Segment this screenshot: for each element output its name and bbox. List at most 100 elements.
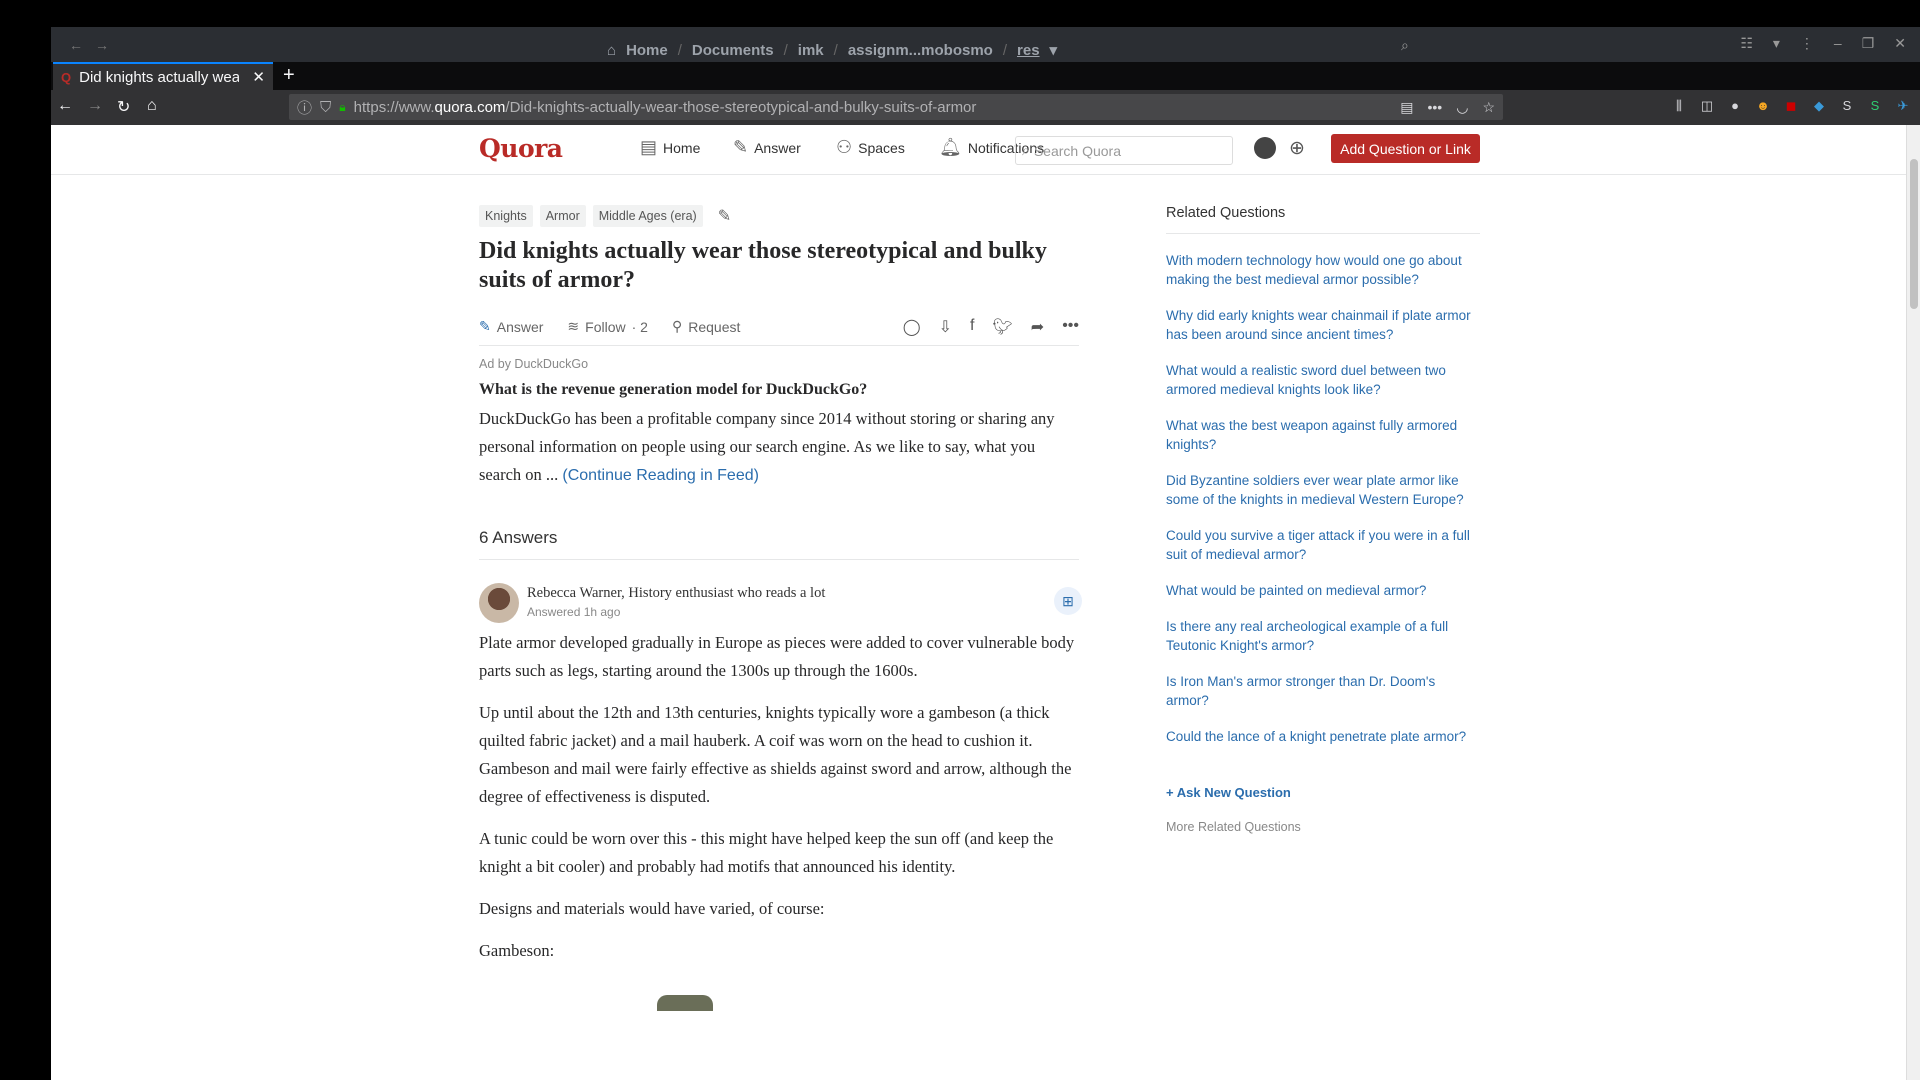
add-question-button[interactable]: Add Question or Link: [1331, 134, 1480, 163]
facebook-icon[interactable]: f: [970, 317, 974, 337]
back-arrow-icon[interactable]: ←: [69, 37, 83, 53]
related-question-link[interactable]: What would a realistic sword duel betwee…: [1166, 361, 1480, 399]
tab-bar: Q Did knights actually wear those stereo…: [51, 62, 1920, 90]
quora-logo[interactable]: Quora: [479, 134, 563, 163]
page-scrollbar[interactable]: [1906, 125, 1920, 1080]
related-question-link[interactable]: Why did early knights wear chainmail if …: [1166, 306, 1480, 344]
nav-answer[interactable]: ✎ Answer: [733, 137, 801, 158]
answer-button[interactable]: ✎ Answer: [479, 318, 543, 335]
related-question-link[interactable]: What was the best weapon against fully a…: [1166, 416, 1480, 454]
answer-paragraph: Designs and materials would have varied,…: [479, 899, 825, 918]
topic-tag[interactable]: Knights: [479, 205, 533, 227]
related-question-link[interactable]: Could you survive a tiger attack if you …: [1166, 526, 1480, 564]
chevron-down-icon[interactable]: ▾: [1050, 41, 1058, 59]
extension-plane-icon[interactable]: ✈: [1895, 98, 1911, 114]
more-related-link[interactable]: More Related Questions: [1166, 820, 1301, 834]
home-icon[interactable]: ⌂: [147, 97, 157, 115]
bookmark-icon[interactable]: ⊞: [1054, 587, 1082, 615]
web-page: Quora ▤ Home ✎ Answer ⚇ Spaces 🔔︎ Notificati…: [51, 125, 1920, 1080]
ask-new-question-link[interactable]: + Ask New Question: [1166, 785, 1291, 800]
related-title: Related Questions: [1166, 205, 1480, 234]
plus-icon: +: [1166, 785, 1177, 800]
lock-icon[interactable]: 🔒︎: [339, 100, 345, 115]
close-icon[interactable]: ✕: [1894, 35, 1906, 52]
answer-count: 6 Answers: [479, 528, 1079, 560]
quora-header: Quora ▤ Home ✎ Answer ⚇ Spaces 🔔︎ Notificati…: [51, 125, 1906, 175]
answer-timestamp[interactable]: Answered 1h ago: [527, 605, 825, 619]
avatar[interactable]: [479, 583, 519, 623]
related-question-link[interactable]: Is there any real archeological example …: [1166, 617, 1480, 655]
nav-home[interactable]: ▤ Home: [640, 137, 700, 158]
page-actions-icon[interactable]: •••: [1428, 99, 1443, 116]
answer-author: Rebecca Warner, History enthusiast who r…: [479, 583, 1079, 623]
question-actions: ✎ Answer ≋ Follow · 2 ⚲ Request ◯ ⇩ f 🐦︎ ➦ •…: [479, 308, 1079, 346]
crumb-assignment[interactable]: assignm...mobosmo: [848, 42, 993, 59]
search-input[interactable]: ⌕ Search Quora: [1015, 136, 1233, 165]
forward-arrow-icon[interactable]: →: [95, 37, 109, 53]
reader-view-icon[interactable]: ▤: [1400, 99, 1413, 116]
forward-icon[interactable]: →: [87, 97, 103, 115]
follow-button[interactable]: ≋ Follow · 2: [567, 318, 648, 335]
edit-topics-icon[interactable]: ✎: [718, 206, 731, 226]
chevron-down-icon[interactable]: ▾: [1773, 35, 1780, 52]
globe-icon[interactable]: ⊕: [1289, 137, 1305, 160]
extension-ghost-icon[interactable]: ●: [1727, 98, 1743, 114]
shield-icon[interactable]: ⛉: [320, 99, 331, 116]
extension-s-icon[interactable]: S: [1839, 98, 1855, 114]
bookmark-star-icon[interactable]: ☆: [1482, 99, 1495, 116]
minimize-icon[interactable]: –: [1834, 35, 1842, 52]
search-icon[interactable]: ⌕: [1401, 37, 1409, 54]
crumb-home[interactable]: Home: [626, 42, 668, 59]
ad-question[interactable]: What is the revenue generation model for…: [479, 381, 1079, 399]
related-question-link[interactable]: Did Byzantine soldiers ever wear plate a…: [1166, 471, 1480, 509]
answer-paragraph: Gambeson:: [479, 941, 555, 960]
back-icon[interactable]: ←: [57, 97, 73, 115]
sidebar-icon[interactable]: ◫: [1699, 98, 1715, 114]
downvote-icon[interactable]: ⇩: [939, 317, 952, 337]
avatar[interactable]: [1254, 137, 1276, 159]
url-text[interactable]: https://www.quora.com/Did-knights-actual…: [354, 99, 977, 116]
related-question-link[interactable]: Could the lance of a knight penetrate pl…: [1166, 727, 1480, 746]
library-icon[interactable]: ⫼: [1671, 98, 1687, 114]
pencil-square-icon: ✎: [479, 318, 491, 334]
request-button[interactable]: ⚲ Request: [672, 318, 740, 335]
related-question-link[interactable]: Is Iron Man's armor stronger than Dr. Do…: [1166, 672, 1480, 710]
ublock-icon[interactable]: ◼: [1783, 98, 1799, 114]
menu-dots-icon[interactable]: ⋮: [1800, 35, 1814, 52]
author-name[interactable]: Rebecca Warner, History enthusiast who r…: [527, 585, 825, 602]
ad-source[interactable]: Ad by DuckDuckGo: [479, 357, 1079, 371]
topic-tag[interactable]: Middle Ages (era): [592, 205, 703, 227]
info-icon[interactable]: ⓘ: [297, 97, 312, 118]
browser-toolbar: ← → ↻ ⌂ ⓘ ⛉ 🔒︎ https://www.quora.com/Did…: [51, 90, 1920, 125]
answer-item: Rebecca Warner, History enthusiast who r…: [479, 583, 1082, 1011]
crumb-documents[interactable]: Documents: [692, 42, 774, 59]
crumb-res[interactable]: res: [1017, 42, 1040, 59]
extension-blue-icon[interactable]: ◆: [1811, 98, 1827, 114]
share-icon[interactable]: ➦: [1031, 317, 1044, 337]
view-list-icon[interactable]: ☷: [1740, 35, 1753, 52]
answer-paragraph: A tunic could be worn over this - this m…: [479, 829, 1054, 876]
browser-tab[interactable]: Q Did knights actually wear those stereo…: [53, 62, 273, 90]
ad-block: Ad by DuckDuckGo What is the revenue gen…: [479, 357, 1079, 490]
reload-icon[interactable]: ↻: [117, 97, 130, 117]
continue-reading-link[interactable]: (Continue Reading in Feed): [562, 467, 759, 484]
crumb-imk[interactable]: imk: [798, 42, 824, 59]
extension-face-icon[interactable]: ☻: [1755, 98, 1771, 114]
url-bar[interactable]: ⓘ ⛉ 🔒︎ https://www.quora.com/Did-knights…: [289, 94, 1503, 120]
more-options-icon[interactable]: •••: [1062, 317, 1079, 337]
twitter-icon[interactable]: 🐦︎: [992, 317, 1012, 337]
new-tab-icon[interactable]: +: [283, 64, 295, 87]
scrollbar-thumb[interactable]: [1910, 159, 1918, 309]
extension-s-green-icon[interactable]: S: [1867, 98, 1883, 114]
tab-title: Did knights actually wear those stereoty…: [79, 68, 240, 86]
request-user-icon: ⚲: [671, 318, 683, 334]
restore-icon[interactable]: ❐: [1862, 35, 1875, 52]
related-question-link[interactable]: What would be painted on medieval armor?: [1166, 581, 1480, 600]
topic-tag[interactable]: Armor: [539, 205, 586, 227]
pocket-icon[interactable]: ◡: [1456, 99, 1468, 116]
nav-spaces[interactable]: ⚇ Spaces: [836, 137, 905, 158]
gambeson-image[interactable]: [657, 995, 713, 1011]
related-question-link[interactable]: With modern technology how would one go …: [1166, 251, 1480, 289]
comment-icon[interactable]: ◯: [903, 317, 921, 337]
close-tab-icon[interactable]: ✕: [252, 68, 265, 86]
